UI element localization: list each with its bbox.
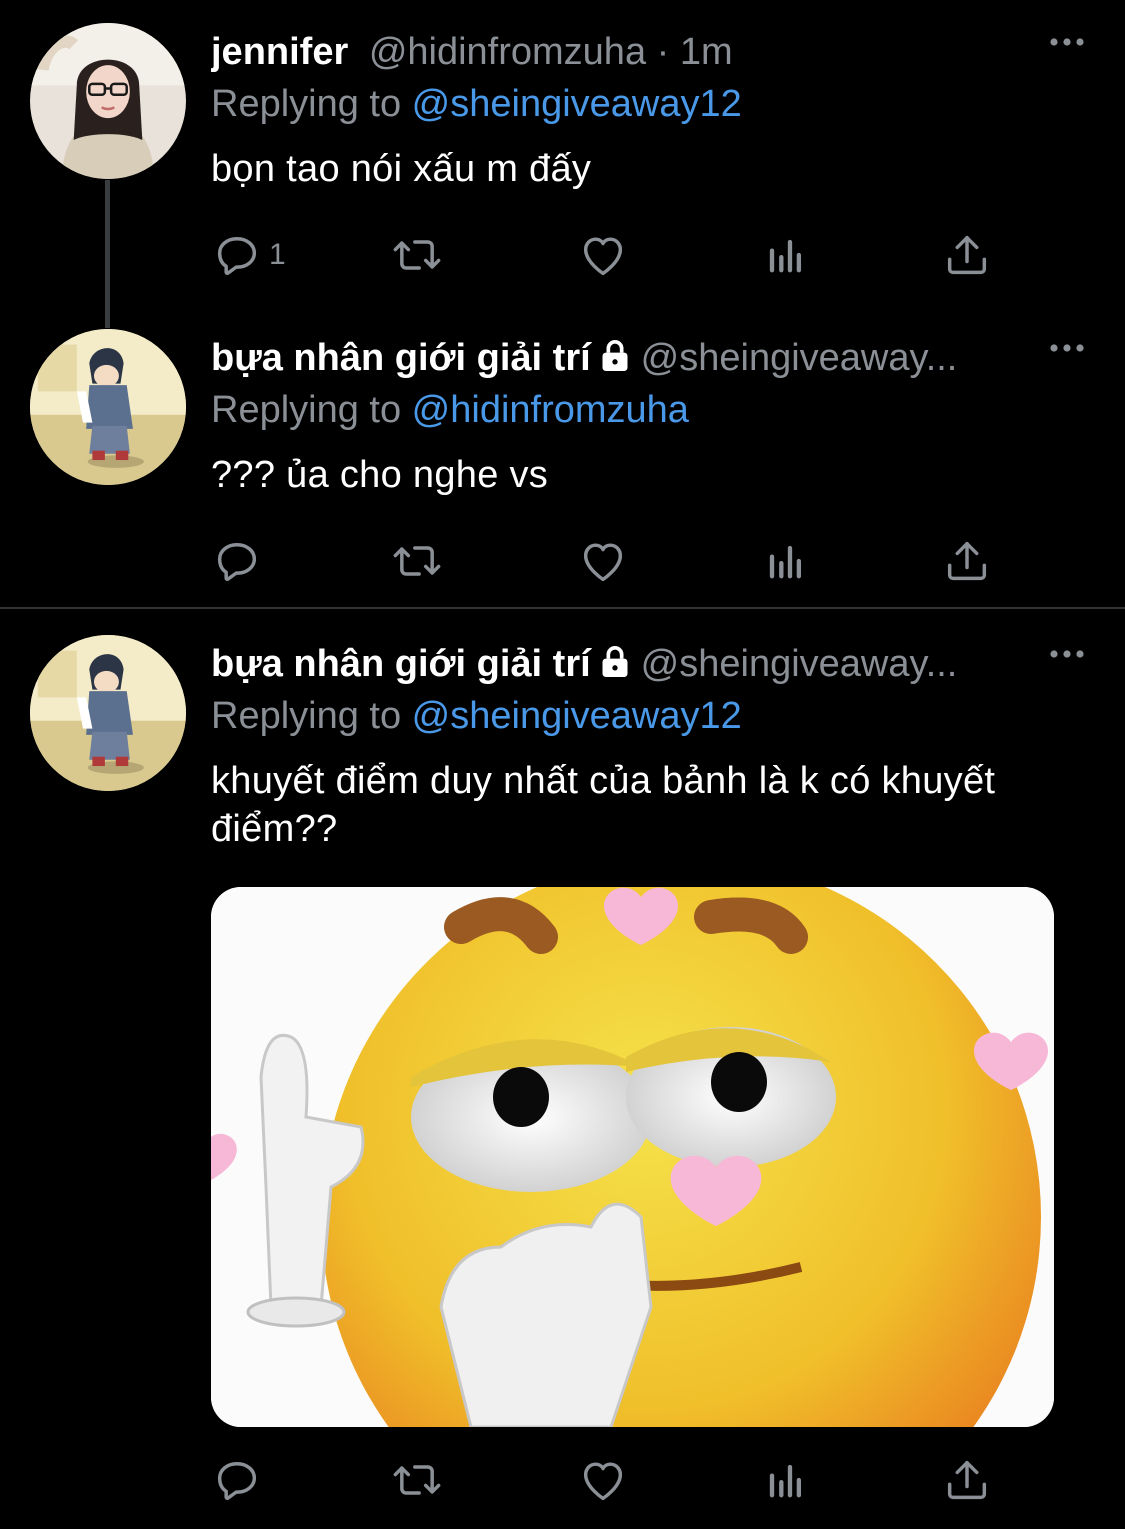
lock-icon	[595, 336, 635, 376]
analytics-button[interactable]	[759, 1450, 811, 1510]
share-icon	[941, 1454, 993, 1506]
user-handle: @sheingiveaway...	[640, 643, 958, 685]
reply-button[interactable]	[211, 531, 263, 591]
divider	[0, 607, 1125, 609]
user-handle: @sheingiveaway...	[640, 337, 958, 379]
more-icon[interactable]	[1047, 32, 1087, 52]
retweet-icon	[391, 535, 443, 587]
reply-count: 1	[269, 238, 286, 271]
heart-icon	[577, 229, 629, 281]
reply-icon	[211, 229, 263, 281]
retweet-button[interactable]	[391, 225, 443, 285]
replying-prefix: Replying to	[211, 695, 412, 737]
tweet-actions: 1	[211, 225, 1011, 285]
analytics-icon	[759, 1454, 811, 1506]
tweet-text: khuyết điểm duy nhất của bảnh là k có kh…	[211, 757, 1091, 853]
replying-prefix: Replying to	[211, 83, 412, 125]
tweet[interactable]: jennifer @hidinfromzuha · 1m Replying to…	[0, 0, 1125, 328]
replying-to: Replying to @sheingiveaway12	[211, 80, 742, 128]
like-button[interactable]	[577, 1450, 629, 1510]
reply-icon	[211, 535, 263, 587]
display-name[interactable]: bựa nhân giới giải trí	[211, 643, 591, 685]
lock-icon	[595, 642, 635, 682]
replying-to: Replying to @sheingiveaway12	[211, 692, 742, 740]
tweet-text: bọn tao nói xấu m đấy	[211, 148, 592, 190]
retweet-button[interactable]	[391, 1450, 443, 1510]
analytics-icon	[759, 535, 811, 587]
reply-button[interactable]: 1	[211, 225, 286, 285]
retweet-icon	[391, 1454, 443, 1506]
avatar[interactable]	[30, 23, 186, 179]
avatar[interactable]	[30, 329, 186, 485]
tweet-header: bựa nhân giới giải trí @sheingiveaway...	[211, 334, 1025, 382]
emoji-meme-image	[211, 887, 1054, 1427]
more-icon[interactable]	[1047, 338, 1087, 358]
reply-icon	[211, 1454, 263, 1506]
mention-link[interactable]: @sheingiveaway12	[412, 695, 742, 737]
like-button[interactable]	[577, 531, 629, 591]
tweet-header: bựa nhân giới giải trí @sheingiveaway...	[211, 640, 1025, 688]
heart-icon	[577, 535, 629, 587]
mention-link[interactable]: @hidinfromzuha	[412, 389, 689, 431]
share-button[interactable]	[941, 1450, 993, 1510]
analytics-button[interactable]	[759, 225, 811, 285]
retweet-icon	[391, 229, 443, 281]
tweet-actions	[211, 531, 1011, 591]
user-handle: @hidinfromzuha · 1m	[368, 31, 733, 73]
analytics-icon	[759, 229, 811, 281]
tweet-text: ??? ủa cho nghe vs	[211, 454, 549, 496]
more-icon[interactable]	[1047, 644, 1087, 664]
heart-icon	[577, 1454, 629, 1506]
tweet-image[interactable]	[211, 887, 1054, 1427]
tweet-text-line: điểm??	[211, 808, 338, 850]
mention-link[interactable]: @sheingiveaway12	[412, 83, 742, 125]
share-button[interactable]	[941, 531, 993, 591]
replying-to: Replying to @hidinfromzuha	[211, 386, 689, 434]
replying-prefix: Replying to	[211, 389, 412, 431]
display-name[interactable]: jennifer	[211, 31, 348, 73]
like-button[interactable]	[577, 225, 629, 285]
analytics-button[interactable]	[759, 531, 811, 591]
tweet-actions	[211, 1450, 1011, 1510]
display-name[interactable]: bựa nhân giới giải trí	[211, 337, 591, 379]
share-button[interactable]	[941, 225, 993, 285]
tweet-header: jennifer @hidinfromzuha · 1m	[211, 28, 1025, 76]
share-icon	[941, 229, 993, 281]
share-icon	[941, 535, 993, 587]
retweet-button[interactable]	[391, 531, 443, 591]
reply-button[interactable]	[211, 1450, 263, 1510]
avatar[interactable]	[30, 635, 186, 791]
tweet-text-line: khuyết điểm duy nhất của bảnh là k có kh…	[211, 760, 996, 802]
tweet[interactable]: bựa nhân giới giải trí @sheingiveaway... …	[0, 306, 1125, 606]
